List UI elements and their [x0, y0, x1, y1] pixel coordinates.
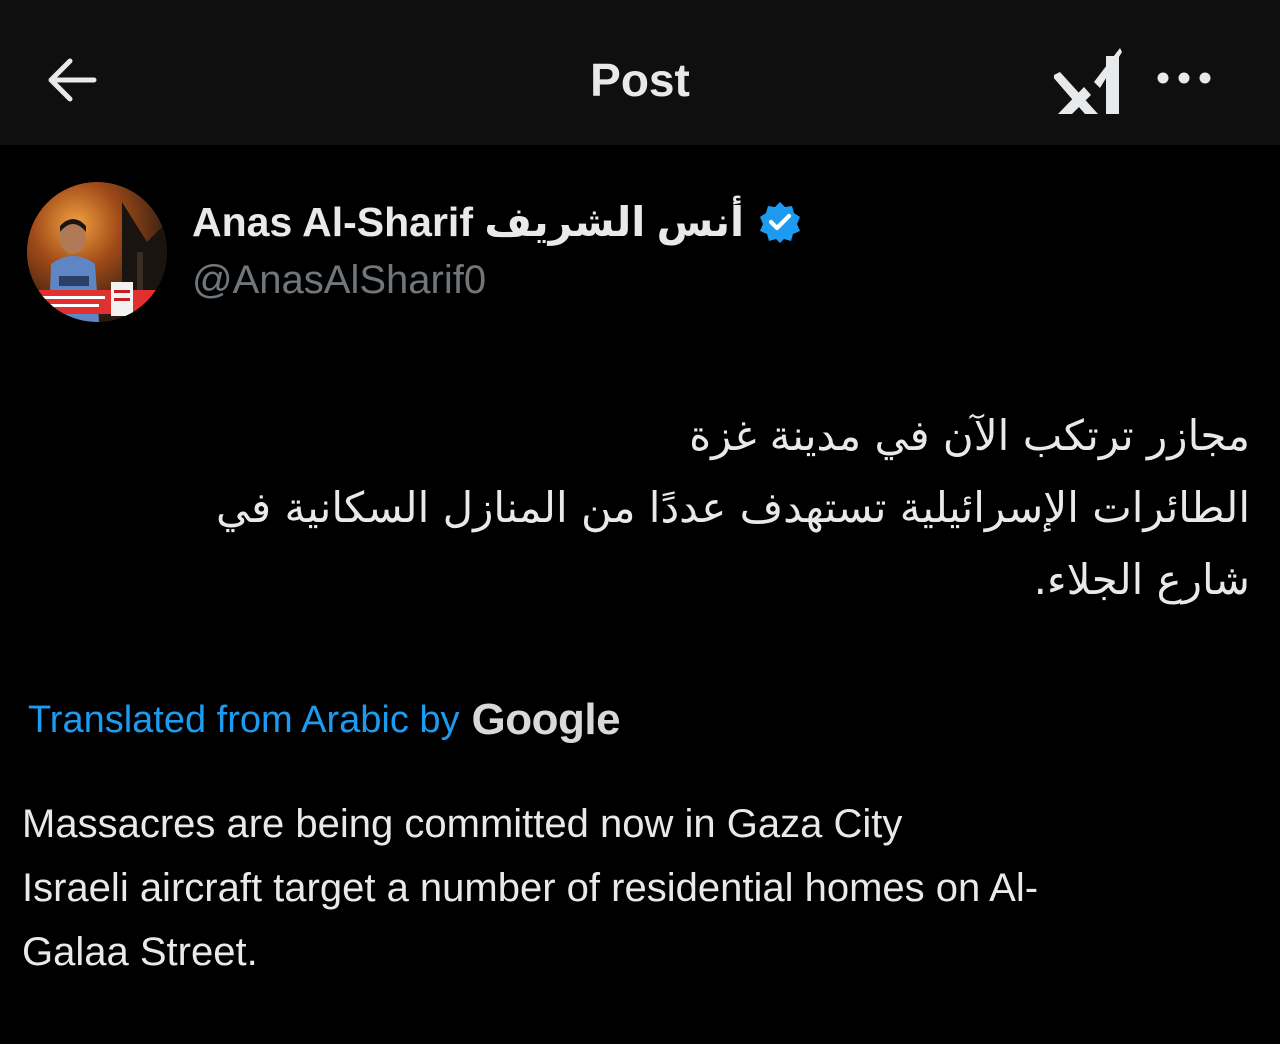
post-text-arabic: مجازر ترتكب الآن في مدينة غزة الطائرات ا…	[20, 400, 1250, 616]
back-button[interactable]	[40, 48, 104, 112]
translated-text-line: Massacres are being committed now in Gaz…	[22, 802, 903, 846]
avatar-image	[27, 182, 167, 322]
avatar[interactable]	[27, 182, 167, 322]
top-bar: Post	[0, 0, 1280, 145]
author-display-name[interactable]: Anas Al-Sharif أنس الشريف	[192, 194, 802, 250]
translated-text-line: Israeli aircraft target a number of resi…	[22, 866, 1039, 910]
post-text-translated: Massacres are being committed now in Gaz…	[22, 792, 1262, 984]
more-options-button[interactable]	[1150, 58, 1222, 98]
post-text-line: الطائرات الإسرائيلية تستهدف عددًا من الم…	[216, 483, 1250, 532]
verified-badge-icon	[760, 202, 801, 243]
translation-link[interactable]: Translated from Arabic by	[28, 699, 460, 742]
post-text-line: مجازر ترتكب الآن في مدينة غزة	[689, 411, 1250, 460]
author-handle[interactable]: @AnasAlSharif0	[192, 258, 486, 303]
translated-text-line: Galaa Street.	[22, 930, 258, 974]
translation-attribution: Translated from Arabic by Google	[28, 690, 621, 750]
grok-button[interactable]	[1052, 42, 1126, 118]
grok-icon	[1052, 48, 1122, 114]
author-name-text: Anas Al-Sharif أنس الشريف	[192, 199, 745, 245]
arrow-left-icon	[48, 58, 97, 102]
more-horizontal-icon	[1157, 72, 1211, 84]
post-text-line: شارع الجلاء.	[1033, 555, 1250, 604]
google-logo: Google	[471, 695, 621, 744]
